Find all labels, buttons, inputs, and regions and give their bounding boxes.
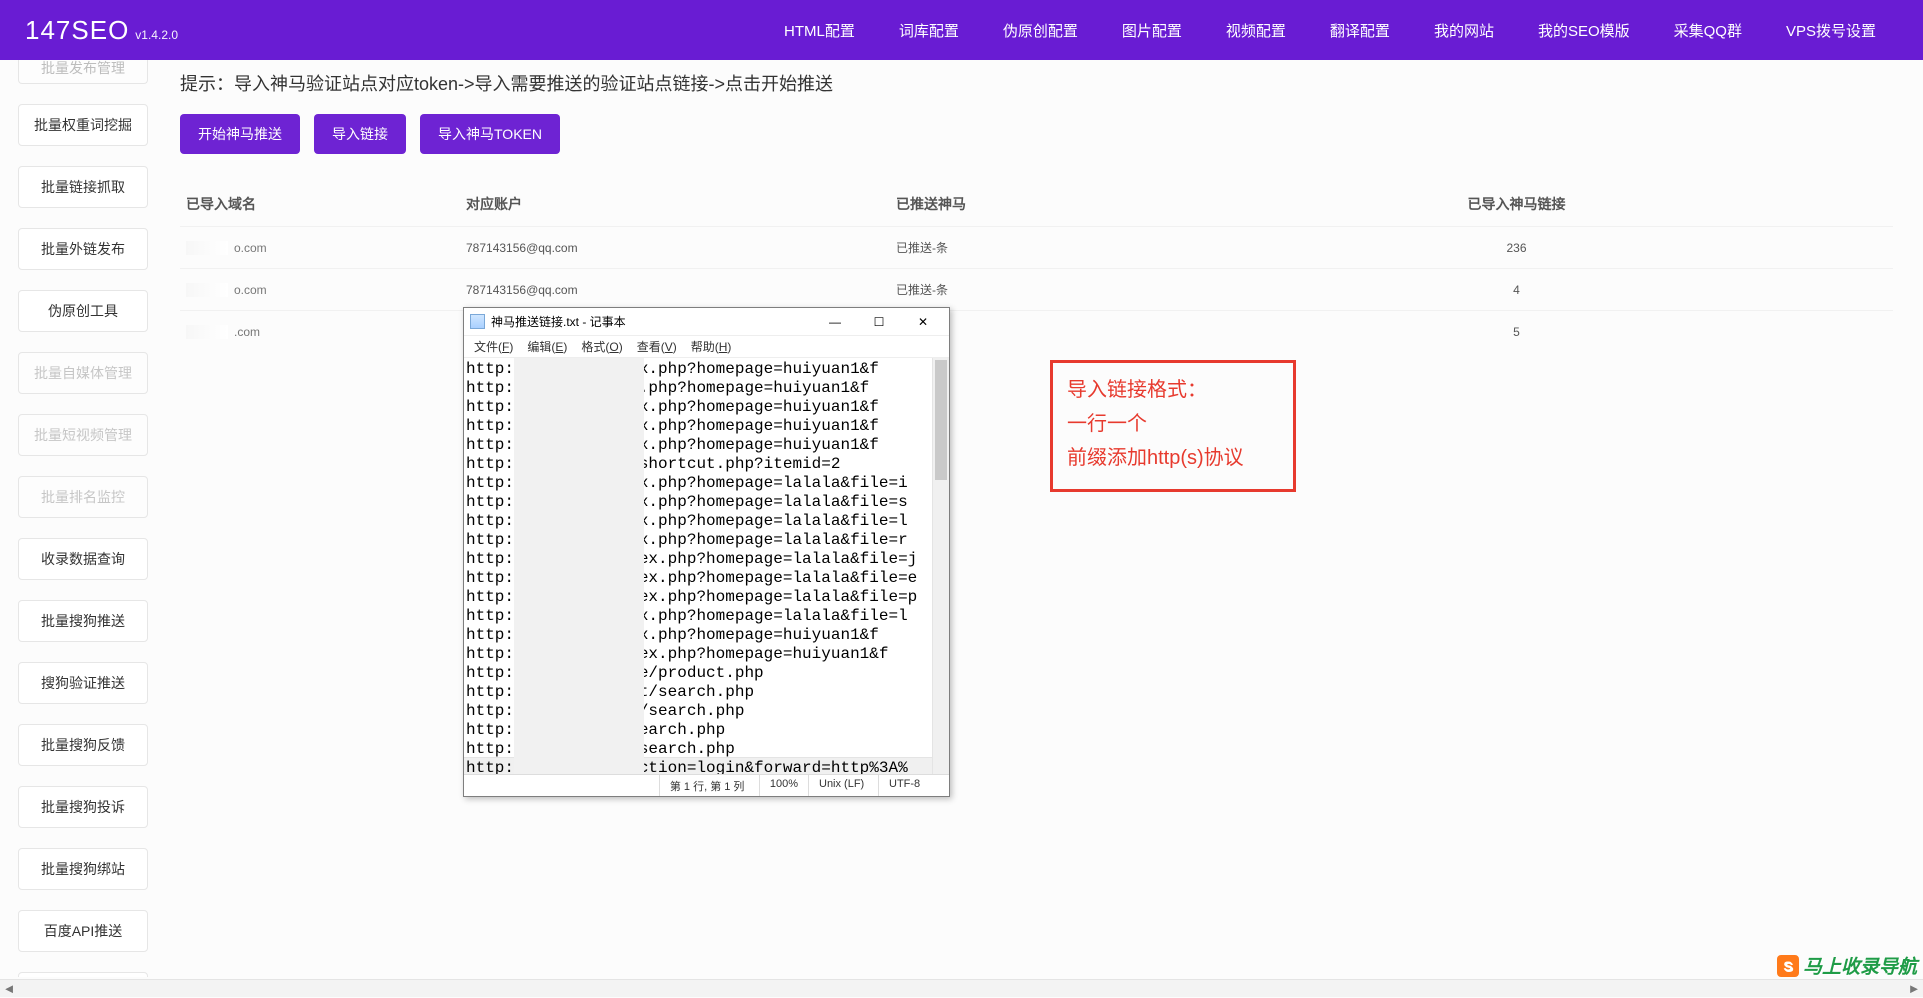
nav-item-4[interactable]: 视频配置: [1204, 0, 1308, 60]
cell-pushed: 已推送-条: [896, 239, 1346, 256]
tip-text: 提示：导入神马验证站点对应token->导入需要推送的验证站点链接->点击开始推…: [180, 70, 1893, 96]
logo-area: 147SEO v1.4.2.0: [25, 15, 178, 46]
cell-pushed: 已推送-条: [896, 281, 1346, 298]
sidebar-item-11[interactable]: 批量搜狗投诉: [18, 786, 148, 828]
nav-item-2[interactable]: 伪原创配置: [981, 0, 1100, 60]
cell-count: 4: [1346, 283, 1887, 297]
notepad-title-text: 神马推送链接.txt - 记事本: [491, 313, 813, 330]
notepad-window[interactable]: 神马推送链接.txt - 记事本 — ☐ ✕ 文件(F)编辑(E)格式(O)查看…: [463, 307, 950, 797]
scroll-track[interactable]: [18, 980, 1905, 997]
action-button-0[interactable]: 开始神马推送: [180, 114, 300, 154]
notepad-menu: 文件(F)编辑(E)格式(O)查看(V)帮助(H): [464, 336, 949, 358]
sidebar-item-7[interactable]: 收录数据查询: [18, 538, 148, 580]
nav-item-7[interactable]: 我的SEO模版: [1516, 0, 1652, 60]
cell-domain: o.com: [186, 241, 466, 255]
status-eol: Unix (LF): [809, 775, 879, 796]
watermark-text: 马上收录导航: [1803, 952, 1917, 979]
table-row[interactable]: o.com787143156@qq.com已推送-条236: [180, 226, 1893, 268]
notepad-menu-E[interactable]: 编辑(E): [521, 336, 573, 357]
sidebar-item-4: 批量自媒体管理: [18, 352, 148, 394]
domain-table: 已导入域名 对应账户 已推送神马 已导入神马链接 o.com787143156@…: [180, 182, 1893, 352]
sidebar-item-partial[interactable]: 批量发布管理: [18, 60, 148, 84]
notepad-icon: [470, 314, 485, 329]
nav-item-9[interactable]: VPS拨号设置: [1764, 0, 1898, 60]
th-domain: 已导入域名: [186, 194, 466, 214]
sidebar-item-8[interactable]: 批量搜狗推送: [18, 600, 148, 642]
cell-account: 787143156@qq.com: [466, 283, 896, 297]
sidebar-item-10[interactable]: 批量搜狗反馈: [18, 724, 148, 766]
content-area: 提示：导入神马验证站点对应token->导入需要推送的验证站点链接->点击开始推…: [180, 60, 1923, 977]
nav-item-5[interactable]: 翻译配置: [1308, 0, 1412, 60]
table-row[interactable]: o.com787143156@qq.com已推送-条4: [180, 268, 1893, 310]
redacted-area: [514, 358, 644, 774]
sidebar-item-0[interactable]: 批量权重词挖掘: [18, 104, 148, 146]
cell-count: 5: [1346, 325, 1887, 339]
notepad-menu-V[interactable]: 查看(V): [631, 336, 683, 357]
sidebar-item-1[interactable]: 批量链接抓取: [18, 166, 148, 208]
minimize-button[interactable]: —: [813, 308, 857, 336]
status-pos: 第 1 行, 第 1 列: [660, 775, 760, 796]
notepad-statusbar: 第 1 行, 第 1 列 100% Unix (LF) UTF-8: [464, 774, 949, 796]
sidebar-item-9[interactable]: 搜狗验证推送: [18, 662, 148, 704]
cell-count: 236: [1346, 241, 1887, 255]
maximize-button[interactable]: ☐: [857, 308, 901, 336]
cell-domain: o.com: [186, 283, 466, 297]
cell-domain: .com: [186, 325, 466, 339]
nav-item-1[interactable]: 词库配置: [877, 0, 981, 60]
page-horizontal-scrollbar[interactable]: ◄ ►: [0, 979, 1923, 997]
cell-account: 787143156@qq.com: [466, 241, 896, 255]
format-callout: 导入链接格式： 一行一个 前缀添加http(s)协议: [1050, 360, 1296, 492]
notepad-menu-O[interactable]: 格式(O): [575, 336, 628, 357]
callout-l3: 前缀添加http(s)协议: [1067, 441, 1279, 475]
logo-version: v1.4.2.0: [135, 28, 178, 42]
th-count: 已导入神马链接: [1346, 194, 1887, 214]
sidebar-item-12[interactable]: 批量搜狗绑站: [18, 848, 148, 890]
nav-item-8[interactable]: 采集QQ群: [1652, 0, 1764, 60]
action-button-1[interactable]: 导入链接: [314, 114, 406, 154]
table-header-row: 已导入域名 对应账户 已推送神马 已导入神马链接: [180, 182, 1893, 226]
sidebar-item-6: 批量排名监控: [18, 476, 148, 518]
watermark: S 马上收录导航: [1777, 952, 1917, 979]
action-row: 开始神马推送导入链接导入神马TOKEN: [180, 114, 1893, 154]
status-enc: UTF-8: [879, 775, 949, 796]
nav-item-6[interactable]: 我的网站: [1412, 0, 1516, 60]
sidebar: 批量发布管理 批量权重词挖掘批量链接抓取批量外链发布伪原创工具批量自媒体管理批量…: [0, 60, 180, 977]
sidebar-item-14[interactable]: 批量神马推送: [18, 972, 148, 977]
notepad-menu-H[interactable]: 帮助(H): [685, 336, 738, 357]
th-account: 对应账户: [466, 194, 896, 214]
sidebar-item-2[interactable]: 批量外链发布: [18, 228, 148, 270]
close-button[interactable]: ✕: [901, 308, 945, 336]
action-button-2[interactable]: 导入神马TOKEN: [420, 114, 560, 154]
sidebar-item-5: 批量短视频管理: [18, 414, 148, 456]
status-zoom: 100%: [760, 775, 809, 796]
top-nav: 147SEO v1.4.2.0 HTML配置词库配置伪原创配置图片配置视频配置翻…: [0, 0, 1923, 60]
notepad-menu-F[interactable]: 文件(F): [468, 336, 519, 357]
sidebar-item-13[interactable]: 百度API推送: [18, 910, 148, 952]
callout-l2: 一行一个: [1067, 407, 1279, 441]
table-row[interactable]: .com787143156@qq.com已推送-条5: [180, 310, 1893, 352]
cell-pushed: 已推送-条: [896, 323, 1346, 340]
notepad-titlebar[interactable]: 神马推送链接.txt - 记事本 — ☐ ✕: [464, 308, 949, 336]
scroll-right-icon[interactable]: ►: [1905, 980, 1923, 998]
scroll-left-icon[interactable]: ◄: [0, 980, 18, 998]
nav-item-3[interactable]: 图片配置: [1100, 0, 1204, 60]
logo-title: 147SEO: [25, 15, 129, 46]
callout-l1: 导入链接格式：: [1067, 373, 1279, 407]
watermark-badge: S: [1777, 955, 1799, 977]
notepad-body[interactable]: http:// o.com/index.php?homepage=huiyuan…: [464, 358, 949, 774]
sidebar-item-3[interactable]: 伪原创工具: [18, 290, 148, 332]
nav-items: HTML配置词库配置伪原创配置图片配置视频配置翻译配置我的网站我的SEO模版采集…: [762, 0, 1898, 60]
th-pushed: 已推送神马: [896, 194, 1346, 214]
nav-item-0[interactable]: HTML配置: [762, 0, 877, 60]
